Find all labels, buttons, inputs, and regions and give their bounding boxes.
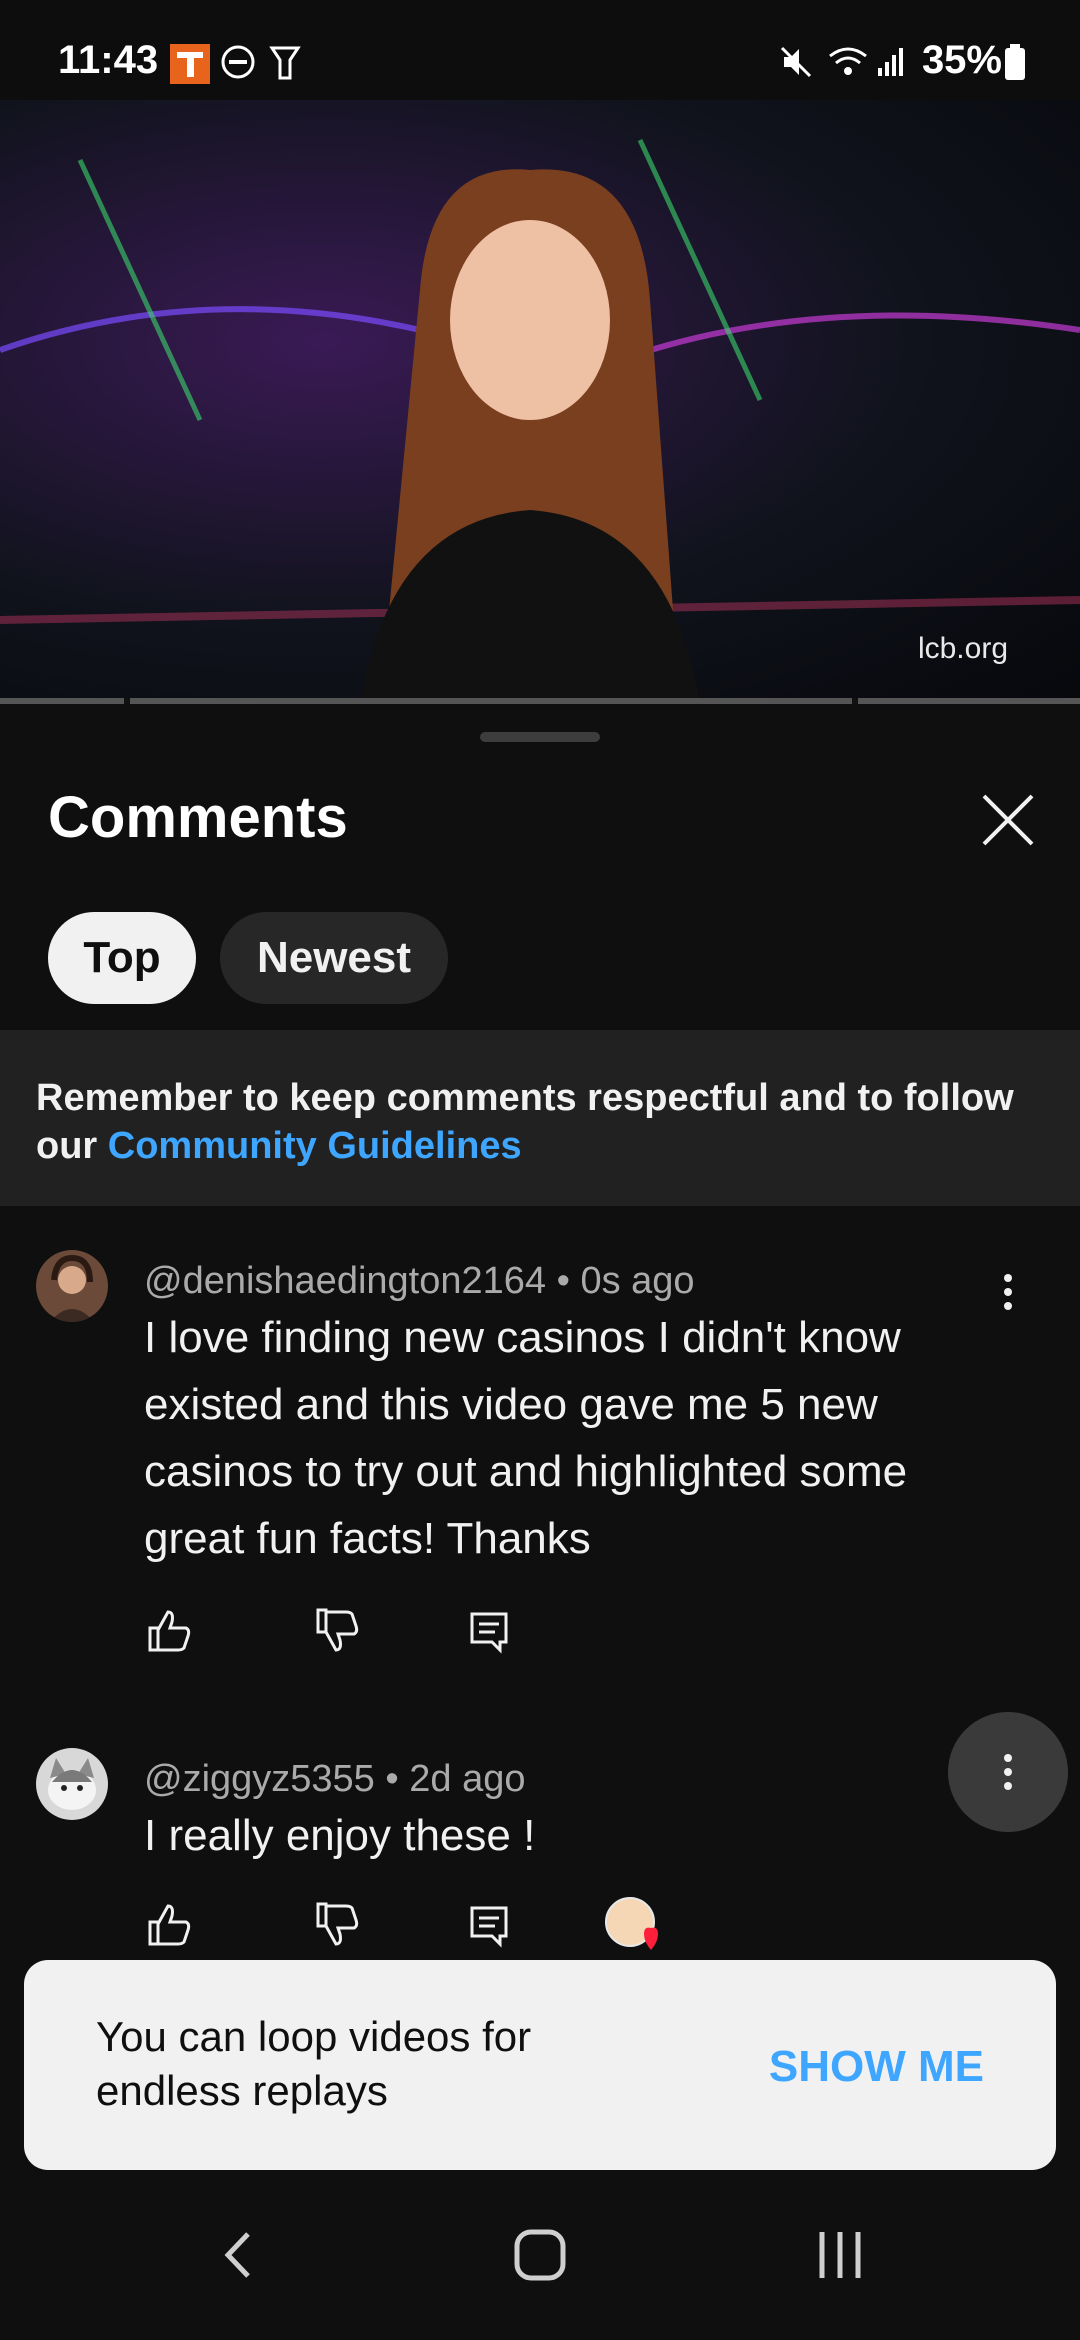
t-app-icon — [170, 44, 210, 84]
status-time: 11:43 — [58, 38, 159, 82]
like-icon[interactable] — [144, 1900, 194, 1950]
more-vert-icon — [1004, 1754, 1012, 1790]
toast-message: You can loop videos for endless replays — [96, 2013, 532, 2114]
video-player[interactable]: lcb.org — [0, 100, 1080, 704]
recents-icon[interactable] — [800, 2220, 880, 2290]
comment-text: I really enjoy these ! — [144, 1811, 536, 1860]
reply-icon[interactable] — [464, 1606, 514, 1656]
system-nav-bar — [0, 2170, 1080, 2340]
more-options-button[interactable] — [948, 1712, 1068, 1832]
more-options-button[interactable] — [978, 1262, 1038, 1322]
avatar[interactable] — [36, 1250, 108, 1322]
close-icon[interactable] — [976, 788, 1040, 852]
comment-item: @denishaedington2164 • 0s ago I love fin… — [0, 1240, 1080, 1563]
video-frame — [0, 138, 1080, 704]
signal-icon — [878, 48, 903, 76]
comment-meta: @denishaedington2164 • 0s ago — [144, 1260, 695, 1302]
wifi-icon — [829, 47, 867, 75]
drag-handle[interactable] — [480, 732, 600, 742]
comment-author[interactable]: @denishaedington2164 — [144, 1260, 546, 1302]
dnd-icon — [221, 45, 255, 79]
back-icon[interactable] — [200, 2220, 280, 2290]
filter-chip-top[interactable]: Top — [48, 912, 196, 1004]
flashlight-icon — [269, 46, 301, 80]
battery-icon — [1005, 44, 1025, 80]
status-bar: 11:43 35% — [0, 0, 1080, 100]
comment-time: 0s ago — [580, 1260, 695, 1302]
avatar[interactable] — [36, 1748, 108, 1820]
comment-meta: @ziggyz5355 • 2d ago — [144, 1758, 526, 1800]
creator-heart-icon — [605, 1897, 658, 1950]
community-guidelines-link[interactable]: Community Guidelines — [108, 1125, 522, 1167]
reply-icon[interactable] — [464, 1900, 514, 1950]
show-me-button[interactable]: SHOW ME — [769, 2042, 984, 2092]
comment-time: 2d ago — [409, 1758, 526, 1800]
battery-percent: 35% — [921, 38, 1002, 82]
tip-toast: You can loop videos for endless replays … — [24, 1960, 1056, 2170]
filter-chip-newest[interactable]: Newest — [220, 912, 448, 1004]
dislike-icon[interactable] — [312, 1606, 362, 1656]
more-vert-icon — [1004, 1274, 1012, 1310]
chapter-gap — [852, 698, 858, 704]
mute-icon — [780, 46, 812, 78]
community-notice: Remember to keep comments respectful and… — [0, 1030, 1080, 1206]
comment-text: I love finding new casinos I didn't know… — [144, 1313, 908, 1563]
video-watermark: lcb.org — [917, 632, 1008, 665]
dislike-icon[interactable] — [312, 1900, 362, 1950]
chapter-gap — [124, 698, 130, 704]
comment-item: @ziggyz5355 • 2d ago I really enjoy thes… — [0, 1738, 1080, 1878]
home-icon[interactable] — [500, 2220, 580, 2290]
sheet-title: Comments — [48, 785, 348, 850]
comment-author[interactable]: @ziggyz5355 — [144, 1758, 375, 1800]
like-icon[interactable] — [144, 1606, 194, 1656]
video-progress-bar[interactable] — [0, 698, 1080, 704]
